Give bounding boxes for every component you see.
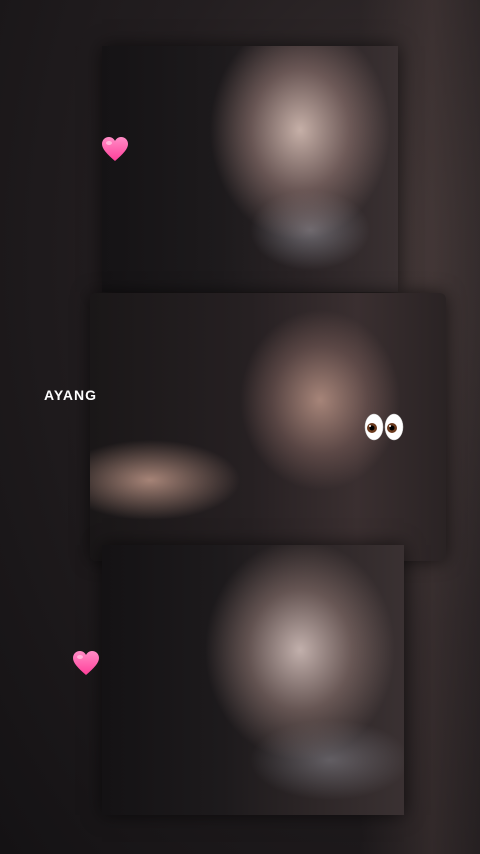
- heart-icon: [73, 651, 99, 675]
- photo-top: [102, 46, 398, 292]
- eyes-icon: [364, 413, 404, 441]
- caption-label: AYANG: [44, 387, 97, 403]
- heart-icon: [102, 137, 128, 161]
- photo-bottom: [102, 545, 404, 815]
